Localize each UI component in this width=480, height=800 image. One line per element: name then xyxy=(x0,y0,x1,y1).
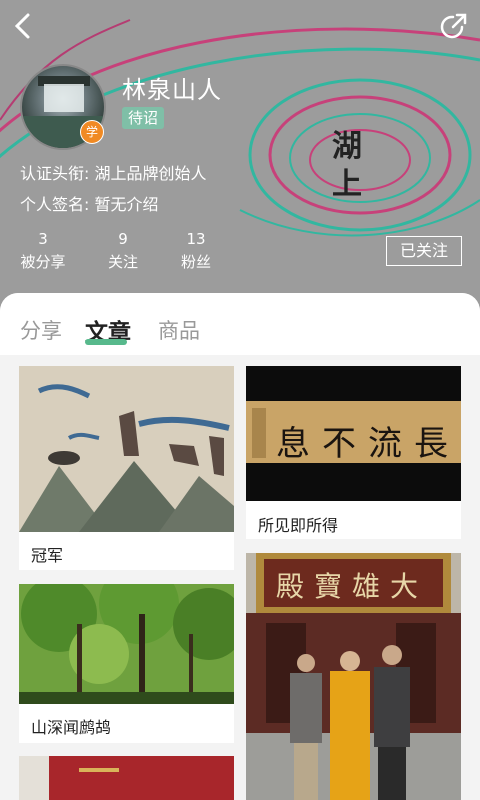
tab-share[interactable]: 分享 xyxy=(20,315,62,345)
follow-button[interactable]: 已关注 xyxy=(386,236,462,266)
signature: 个人签名: 暂无介绍 xyxy=(20,195,159,214)
article-image xyxy=(19,756,234,800)
profile-header: 湖上 学 林泉山人 待诏 认证头衔: 湖上品牌创始人 个人签名: 暂无介绍 3 … xyxy=(0,0,480,310)
level-badge: 待诏 xyxy=(122,107,165,129)
article-title: 山深闻鹧鸪 xyxy=(31,718,112,737)
article-card[interactable]: 長流不息 所见即所得 xyxy=(246,366,461,539)
tab-products[interactable]: 商品 xyxy=(158,315,200,345)
article-card[interactable]: 冠军 xyxy=(19,366,234,570)
plaque-text: 大雄寶殿 xyxy=(276,570,429,603)
stat-fans[interactable]: 13 粉丝 xyxy=(176,230,216,272)
stat-label: 粉丝 xyxy=(180,253,211,271)
stat-label: 被分享 xyxy=(20,253,66,271)
stat-value: 13 xyxy=(186,230,206,248)
header-art-text: 湖上 xyxy=(332,129,362,202)
tab-active-indicator xyxy=(85,339,127,345)
tab-bar: 分享 文章 商品 xyxy=(0,293,480,355)
calligraphy-text: 長流不息 xyxy=(276,424,460,464)
share-icon[interactable] xyxy=(438,10,470,42)
stat-label: 关注 xyxy=(107,253,138,271)
article-title: 所见即所得 xyxy=(258,516,339,535)
article-image xyxy=(19,366,234,532)
learner-badge: 学 xyxy=(80,120,104,144)
article-title: 冠军 xyxy=(31,546,64,565)
stat-shared[interactable]: 3 被分享 xyxy=(18,230,68,272)
article-card[interactable]: 山深闻鹧鸪 xyxy=(19,584,234,743)
stat-value: 3 xyxy=(38,230,48,248)
stat-following[interactable]: 9 关注 xyxy=(103,230,143,272)
content-panel: 分享 文章 商品 冠军 長流不息 所见即所得 山深闻鹧鸪 大雄寶殿 xyxy=(0,293,480,800)
stat-value: 9 xyxy=(118,230,128,248)
article-card[interactable] xyxy=(19,756,234,800)
profile-name: 林泉山人 xyxy=(122,76,222,104)
article-image xyxy=(19,584,234,704)
article-card[interactable]: 大雄寶殿 xyxy=(246,553,461,800)
certified-title: 认证头衔: 湖上品牌创始人 xyxy=(20,164,207,183)
chevron-left-icon[interactable] xyxy=(8,10,40,42)
